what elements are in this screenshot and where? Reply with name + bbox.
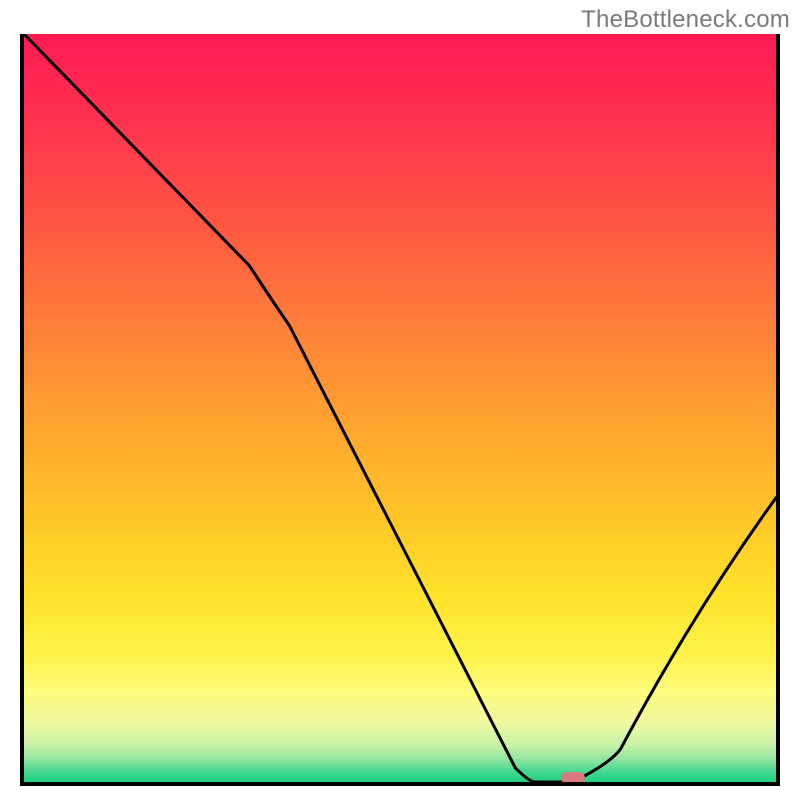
curve-svg bbox=[24, 34, 776, 782]
plot-area bbox=[20, 34, 780, 786]
bottleneck-curve-path bbox=[24, 34, 776, 782]
watermark-label: TheBottleneck.com bbox=[581, 6, 790, 34]
optimum-marker bbox=[561, 772, 585, 784]
